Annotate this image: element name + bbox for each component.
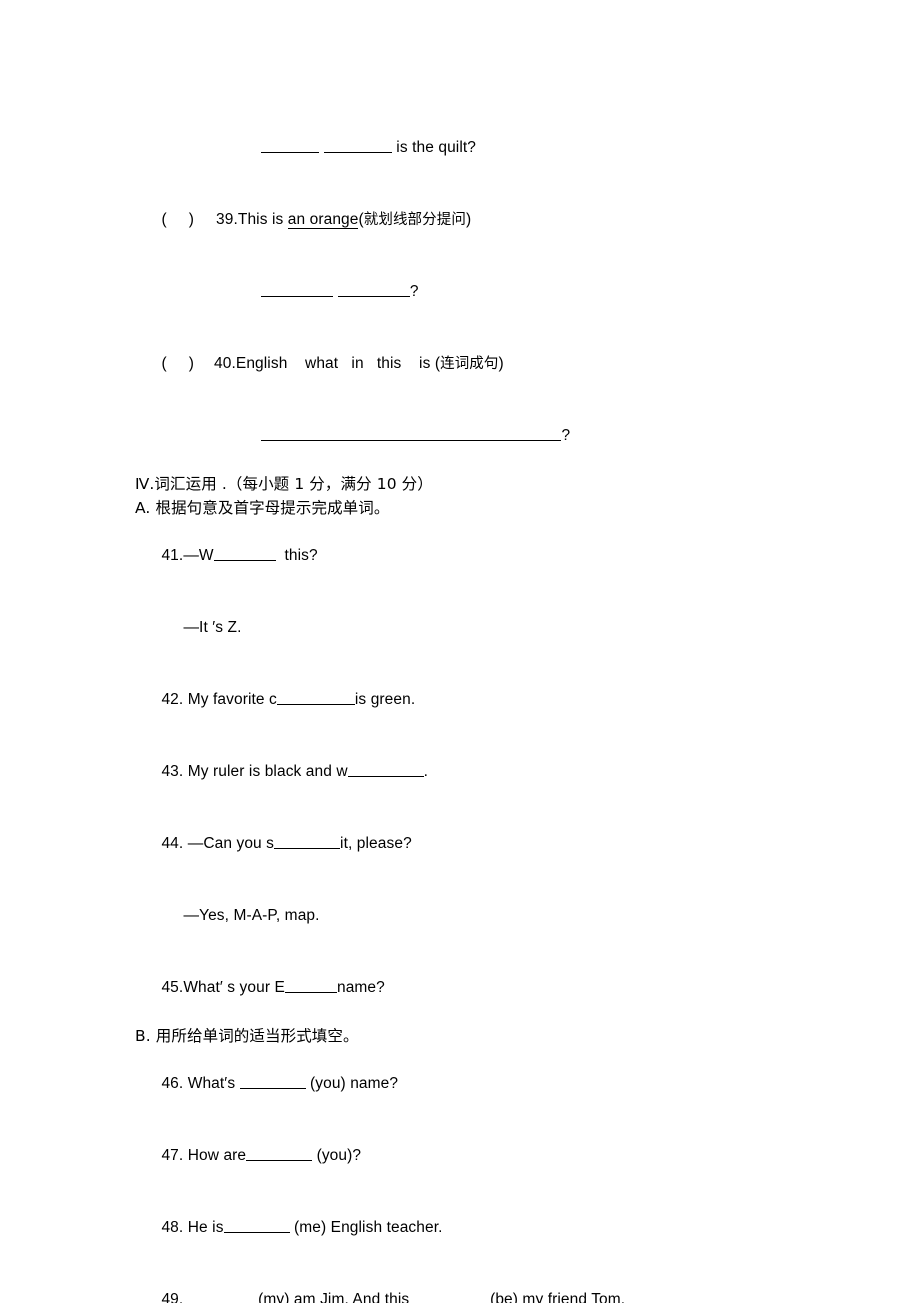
item-text: —W xyxy=(183,547,214,564)
item-text: this? xyxy=(275,547,318,564)
item-number: 48. xyxy=(161,1219,184,1236)
item-text: —Yes, M-A-P, map. xyxy=(183,907,320,924)
answer-blank[interactable] xyxy=(337,281,410,297)
item-text: What′ s your E xyxy=(183,979,285,996)
item-text: What′s xyxy=(187,1075,240,1092)
item-42: 42. My favorite c is green. xyxy=(135,664,795,736)
answer-blank[interactable] xyxy=(239,1073,306,1089)
question-40-answer-line: ? xyxy=(135,400,795,472)
section-iv-part-b-heading: B. 用所给单词的适当形式填空。 xyxy=(135,1027,359,1045)
choice-bracket[interactable]: ( ) xyxy=(161,211,194,228)
answer-blank[interactable] xyxy=(213,545,276,561)
question-text: This is xyxy=(237,211,288,228)
answer-blank[interactable] xyxy=(261,281,334,297)
item-number: 46. xyxy=(161,1075,184,1092)
item-41-reply: —It ′s Z. xyxy=(135,592,795,664)
answer-blank[interactable] xyxy=(261,425,562,441)
answer-blank[interactable] xyxy=(261,137,320,153)
item-number: 43. xyxy=(161,763,184,780)
item-44: 44. —Can you s it, please? xyxy=(135,808,795,880)
item-number: 49. xyxy=(161,1291,184,1303)
answer-blank[interactable] xyxy=(347,761,424,777)
item-44-reply: —Yes, M-A-P, map. xyxy=(135,880,795,952)
answer-blank[interactable] xyxy=(188,1289,254,1303)
instruction-cn: 连词成句 xyxy=(440,356,499,372)
item-number: 45. xyxy=(161,979,184,996)
item-text: —It ′s Z. xyxy=(183,619,242,636)
item-text: (you)? xyxy=(312,1147,362,1164)
item-number: 42. xyxy=(161,691,184,708)
item-46: 46. What′s (you) name? xyxy=(135,1048,795,1120)
question-number: 40. xyxy=(214,355,236,372)
item-text: it, please? xyxy=(340,835,412,852)
question-39: ( ) 39.This is an orange(就划线部分提问) xyxy=(135,184,795,256)
item-text: My favorite c xyxy=(187,691,277,708)
question-40: ( ) 40.English what in this is (连词成句) xyxy=(135,328,795,400)
item-text: . xyxy=(423,763,429,780)
answer-blank[interactable] xyxy=(276,689,355,705)
item-45: 45.What′ s your E name? xyxy=(135,952,795,1024)
item-text: (my) am Jim. And this xyxy=(253,1291,414,1303)
item-number: 47. xyxy=(161,1147,184,1164)
item-43: 43. My ruler is black and w. xyxy=(135,736,795,808)
item-text: name? xyxy=(336,979,385,996)
item-text: My ruler is black and w xyxy=(187,763,348,780)
item-47: 47. How are (you)? xyxy=(135,1120,795,1192)
choice-bracket[interactable]: ( ) xyxy=(161,355,194,372)
item-41: 41.—W this? xyxy=(135,520,795,592)
answer-blank[interactable] xyxy=(246,1145,313,1161)
item-49: 49. (my) am Jim. And this (be) my friend… xyxy=(135,1264,795,1303)
item-text: (be) my friend Tom. xyxy=(485,1291,626,1303)
answer-line-tail: ? xyxy=(561,427,571,444)
item-text: (me) English teacher. xyxy=(289,1219,443,1236)
instruction-cn: 就划线部分提问 xyxy=(363,212,466,228)
item-number: 41. xyxy=(161,547,184,564)
item-text: He is xyxy=(187,1219,224,1236)
answer-blank[interactable] xyxy=(284,977,337,993)
quilt-answer-line: is the quilt? xyxy=(135,112,795,184)
question-39-answer-line: ? xyxy=(135,256,795,328)
page-content: is the quilt? ( ) 39.This is an orange(就划… xyxy=(135,112,795,1303)
instruction-close: ) xyxy=(498,355,504,372)
item-text: is green. xyxy=(354,691,416,708)
answer-blank[interactable] xyxy=(414,1289,486,1303)
question-text: English what in this is xyxy=(235,355,435,372)
question-number: 39. xyxy=(216,211,238,228)
item-text: (you) name? xyxy=(305,1075,399,1092)
underlined-phrase: an orange xyxy=(287,211,359,229)
section-iv-part-a-heading: A. 根据句意及首字母提示完成单词。 xyxy=(135,499,390,517)
section-iv-heading: Ⅳ.词汇运用 .（每小题 1 分，满分 10 分） xyxy=(135,475,433,493)
instruction-close: ) xyxy=(465,211,472,228)
answer-blank[interactable] xyxy=(323,137,392,153)
answer-blank[interactable] xyxy=(274,833,341,849)
exam-page: is the quilt? ( ) 39.This is an orange(就划… xyxy=(0,0,920,1303)
item-number: 44. xyxy=(161,835,184,852)
answer-line-tail: ? xyxy=(409,283,419,300)
item-text: How are xyxy=(187,1147,247,1164)
item-text: —Can you s xyxy=(187,835,275,852)
item-48: 48. He is (me) English teacher. xyxy=(135,1192,795,1264)
answer-blank[interactable] xyxy=(223,1217,290,1233)
quilt-line-tail: is the quilt? xyxy=(396,139,477,156)
